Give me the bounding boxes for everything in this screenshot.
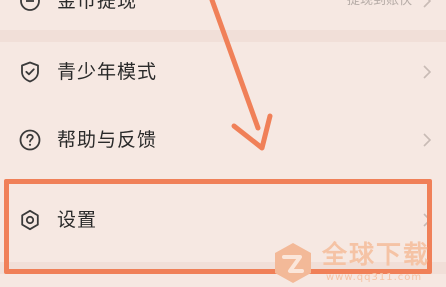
menu-item-label: 青少年模式 [57, 61, 158, 83]
menu-item-label: 金币提现 [57, 0, 138, 12]
watermark-title: 全球下载 [322, 240, 431, 269]
settings-menu-screen: 金币提现 提现到账快 青少年模式 帮助与反馈 设置 全球下载 www.qq311… [0, 0, 446, 287]
chevron-right-icon [423, 213, 432, 227]
menu-item-label: 帮助与反馈 [57, 129, 158, 151]
menu-item-label: 设置 [57, 209, 98, 231]
chevron-right-icon [423, 65, 432, 79]
shield-icon [21, 61, 39, 83]
menu-item-settings[interactable]: 设置 [0, 205, 446, 235]
help-icon [19, 129, 41, 151]
gear-icon [21, 209, 39, 231]
menu-item-help-feedback[interactable]: 帮助与反馈 [0, 125, 446, 155]
watermark-logo [275, 243, 311, 283]
watermark-url: www.qq311.com [326, 272, 423, 283]
divider [0, 30, 446, 42]
chevron-right-icon [423, 133, 432, 147]
menu-item-coin-withdraw[interactable]: 金币提现 提现到账快 [0, 0, 446, 18]
menu-item-teen-mode[interactable]: 青少年模式 [0, 57, 446, 87]
watermark: 全球下载 www.qq311.com [270, 238, 446, 287]
menu-item-value: 提现到账快 [346, 0, 412, 8]
chevron-right-icon [423, 0, 432, 8]
coin-icon [20, 0, 40, 11]
